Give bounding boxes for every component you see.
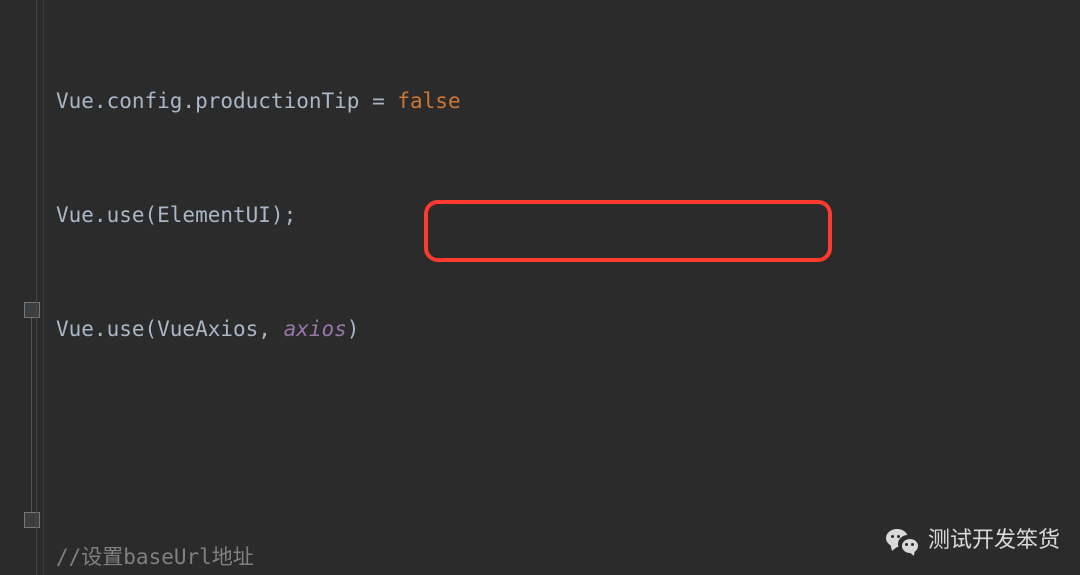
param-axios: axios [284, 317, 347, 341]
code-text: Vue.use(VueAxios, [56, 317, 284, 341]
code-text: Vue.use(ElementUI); [56, 203, 296, 227]
comment-text: //设置baseUrl地址 [56, 545, 254, 569]
fold-open-icon[interactable] [24, 302, 40, 318]
fold-close-icon[interactable] [24, 512, 40, 528]
code-text: ) [347, 317, 360, 341]
code-editor[interactable]: Vue.config.productionTip = false Vue.use… [0, 0, 1080, 575]
wechat-icon [886, 527, 918, 553]
code-text: Vue.config.productionTip = [56, 89, 397, 113]
keyword-false: false [397, 89, 460, 113]
code-area[interactable]: Vue.config.productionTip = false Vue.use… [44, 0, 713, 575]
blank-line [56, 424, 713, 462]
fold-guide-line [31, 318, 32, 518]
code-line: //设置baseUrl地址 [56, 538, 713, 575]
code-line: Vue.use(ElementUI); [56, 196, 713, 234]
code-line: Vue.use(VueAxios, axios) [56, 310, 713, 348]
editor-gutter [0, 0, 44, 575]
watermark: 测试开发笨货 [886, 521, 1060, 559]
watermark-label: 测试开发笨货 [928, 521, 1060, 559]
code-line: Vue.config.productionTip = false [56, 82, 713, 120]
